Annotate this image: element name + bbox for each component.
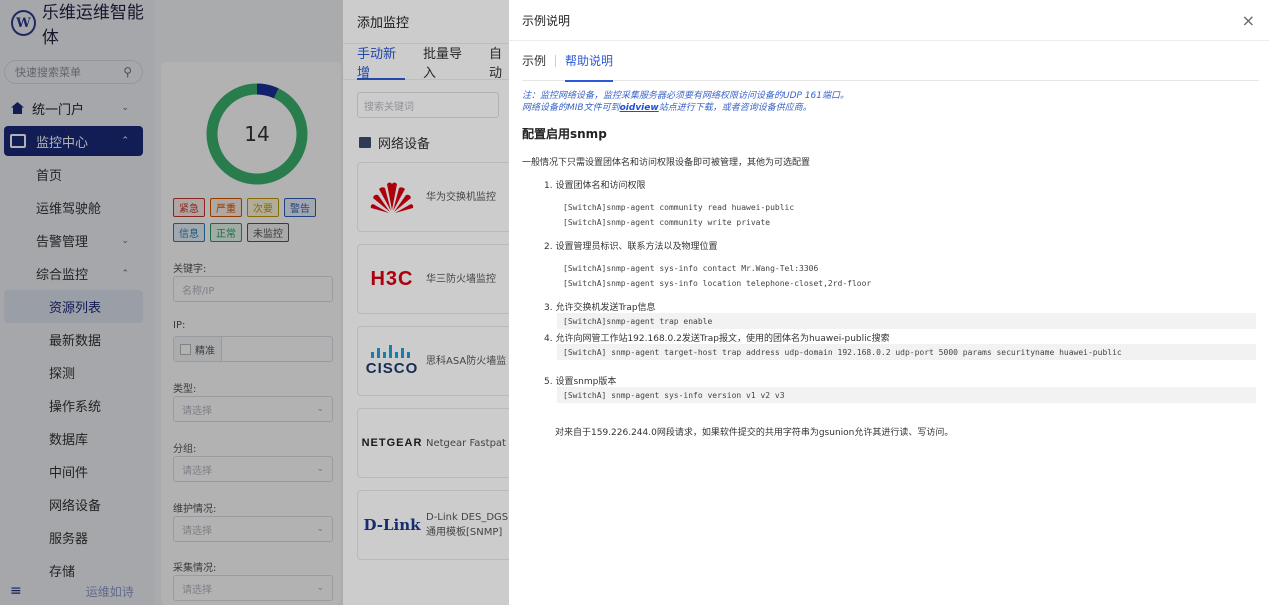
drawer-tabs: 示例 帮助说明	[522, 41, 1259, 82]
note-line-2-pre: 网络设备的MIB文件可到	[522, 103, 620, 113]
step-3-code: [SwitchA]snmp-agent trap enable	[557, 313, 1256, 329]
config-intro: 一般情况下只需设置团体名和访问权限设备即可被管理，其他为可选配置	[522, 158, 811, 168]
add-panel-overlay	[343, 0, 513, 605]
step-4: 4. 允许向网管工作站192.168.0.2发送Trap报文，使用的团体名为hu…	[544, 334, 890, 344]
close-icon[interactable]: ×	[1242, 11, 1255, 30]
note-line-2: 网络设备的MIB文件可到oidview站点进行下载，或者咨询设备供应商。	[522, 102, 1256, 114]
drawer-title: 示例说明	[522, 13, 571, 28]
step-1-code-line: [SwitchA]snmp-agent community read huawe…	[563, 203, 795, 212]
tab-example[interactable]: 示例	[522, 41, 546, 81]
tab-help[interactable]: 帮助说明	[565, 41, 614, 82]
step-5-code: [SwitchA] snmp-agent sys-info version v1…	[557, 387, 1256, 403]
step-2-code-line: [SwitchA]snmp-agent sys-info contact Mr.…	[563, 264, 819, 273]
step-1-code-line: [SwitchA]snmp-agent community write priv…	[563, 218, 771, 227]
step-2: 2. 设置管理员标识、联系方法以及物理位置	[544, 242, 718, 252]
note-line-1: 注：监控网络设备，监控采集服务器必须要有网络权限访问设备的UDP 161端口。	[522, 91, 849, 101]
example-drawer: 示例说明 × 示例 帮助说明 注：监控网络设备，监控采集服务器必须要有网络权限访…	[509, 0, 1269, 605]
tab-divider	[555, 54, 557, 67]
oidview-link[interactable]: oidview	[620, 103, 659, 113]
step-1: 1. 设置团体名和访问权限	[544, 181, 646, 191]
access-note: 对来自于159.226.244.0网段请求，如果软件提交的共用字符串为gsuni…	[555, 428, 954, 438]
note-line-2-post: 站点进行下载，或者咨询设备供应商。	[658, 103, 812, 113]
step-3: 3. 允许交换机发送Trap信息	[544, 303, 656, 313]
step-2-code-line: [SwitchA]snmp-agent sys-info location te…	[563, 279, 872, 288]
drawer-header: 示例说明 ×	[509, 0, 1269, 41]
step-4-code: [SwitchA] snmp-agent target-host trap ad…	[557, 344, 1256, 360]
step-5: 5. 设置snmp版本	[544, 377, 617, 387]
config-heading: 配置启用snmp	[522, 127, 607, 141]
help-note: 注：监控网络设备，监控采集服务器必须要有网络权限访问设备的UDP 161端口。 …	[522, 90, 1256, 114]
help-content: 注：监控网络设备，监控采集服务器必须要有网络权限访问设备的UDP 161端口。 …	[509, 81, 1269, 438]
